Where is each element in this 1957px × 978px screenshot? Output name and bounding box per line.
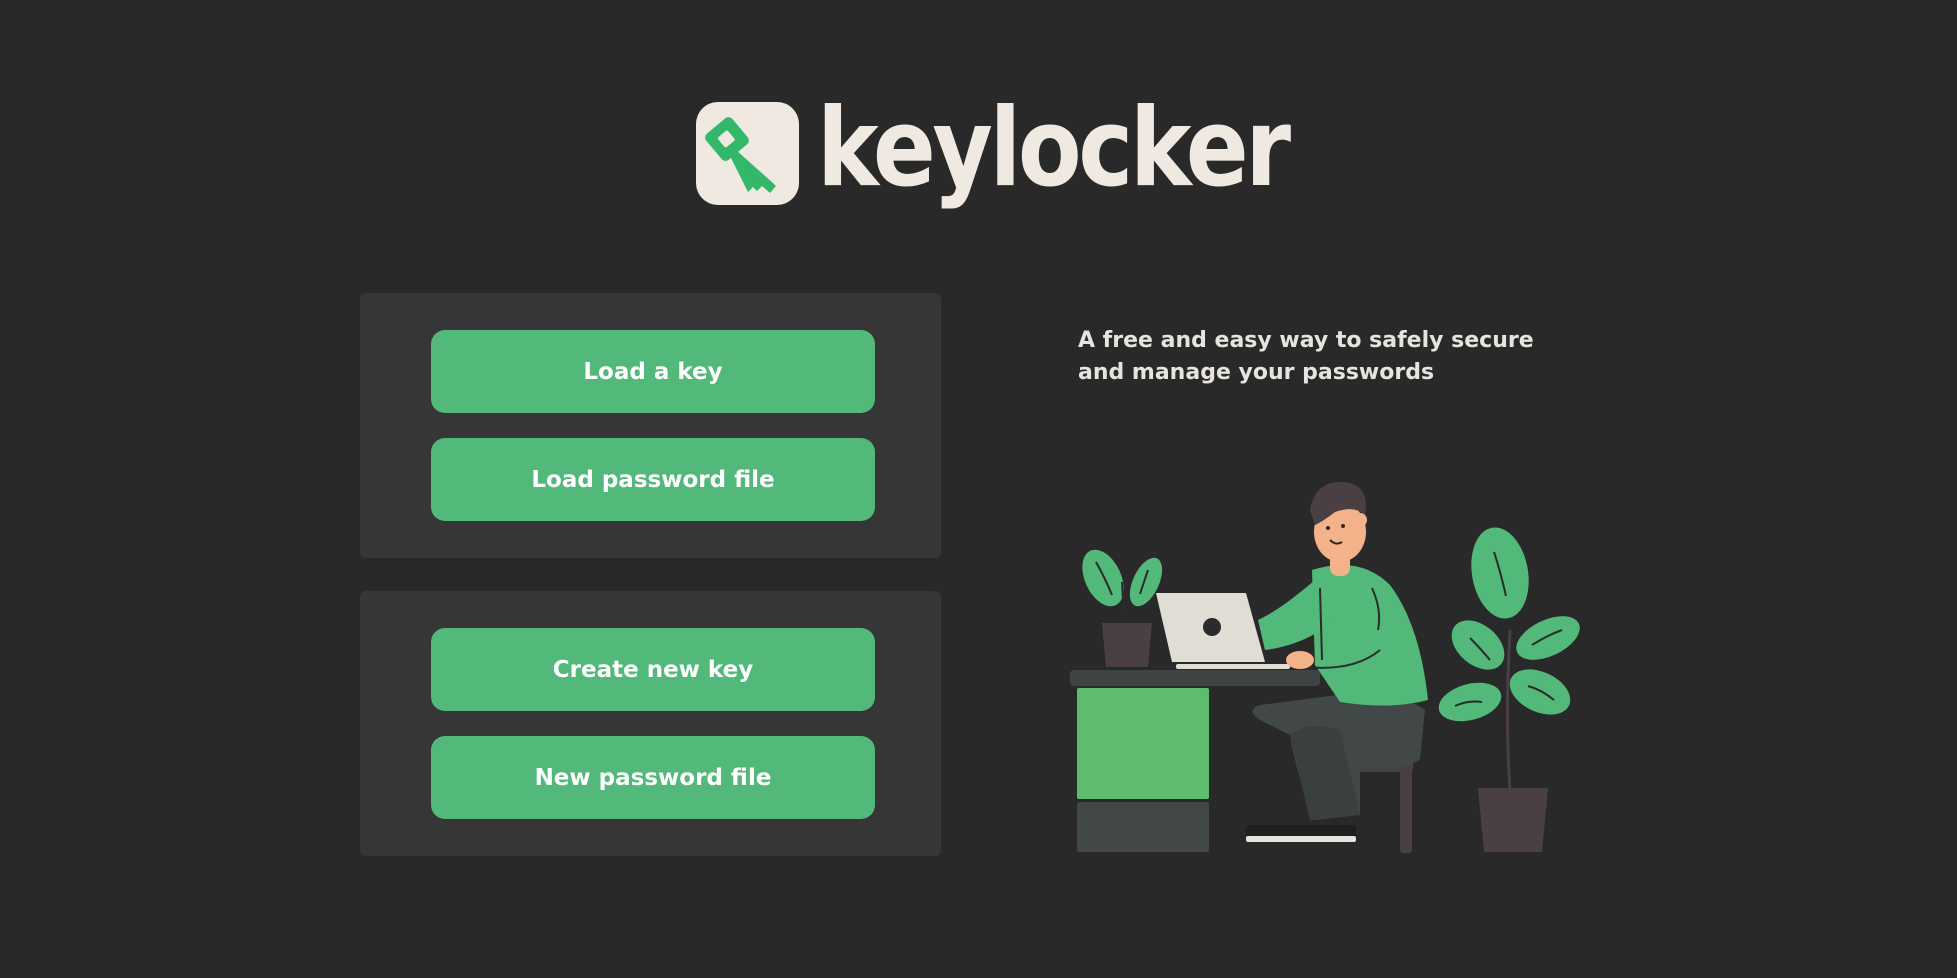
create-panel: Create new key New password file [360,591,941,856]
small-plant-icon [1082,549,1163,667]
tagline: A free and easy way to safely secure and… [1078,325,1548,389]
create-new-key-button[interactable]: Create new key [431,628,875,711]
app-name: keylocker [817,86,1291,211]
load-key-button[interactable]: Load a key [431,330,875,413]
tagline-line-2: and manage your passwords [1078,360,1435,385]
tagline-line-1: A free and easy way to safely secure [1078,328,1534,353]
start-screen: keylocker Load a key Load password file … [0,0,1957,978]
load-password-file-button[interactable]: Load password file [431,438,875,521]
app-logo: keylocker [696,95,1364,206]
new-password-file-button[interactable]: New password file [431,736,875,819]
key-icon [696,101,799,205]
load-panel: Load a key Load password file [360,293,941,558]
person-at-laptop-illustration [1060,470,1600,860]
large-plant-icon [1438,527,1580,852]
